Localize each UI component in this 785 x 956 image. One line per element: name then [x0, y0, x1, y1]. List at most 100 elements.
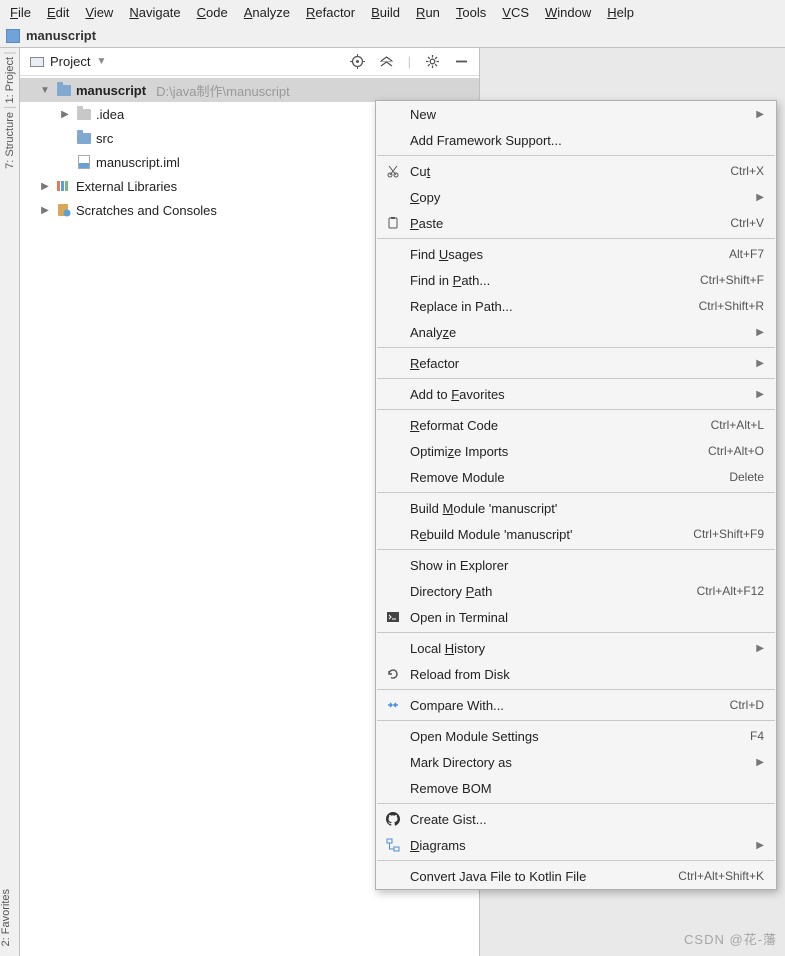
context-menu-separator [377, 720, 775, 721]
ctx-item-label: Compare With... [410, 698, 722, 713]
ctx-item-label: Create Gist... [410, 812, 764, 827]
ctx-analyze[interactable]: Analyze ▶ [376, 319, 776, 345]
cut-icon [384, 163, 402, 179]
submenu-arrow-icon: ▶ [756, 757, 764, 768]
ctx-rebuild-module-manuscript-[interactable]: Rebuild Module 'manuscript' Ctrl+Shift+F9 [376, 521, 776, 547]
gear-icon[interactable] [425, 54, 440, 69]
ctx-create-gist-[interactable]: Create Gist... [376, 806, 776, 832]
ctx-item-shortcut: Ctrl+Shift+F9 [693, 527, 764, 541]
ctx-item-label: New [410, 107, 744, 122]
menu-run[interactable]: Run [416, 5, 440, 20]
submenu-arrow-icon: ▶ [756, 327, 764, 338]
ctx-item-label: Add to Favorites [410, 387, 744, 402]
menu-refactor[interactable]: Refactor [306, 5, 355, 20]
tree-item-label: External Libraries [76, 179, 177, 194]
breadcrumb-bar: manuscript [0, 24, 785, 48]
module-icon [56, 83, 72, 97]
chevron-down-icon[interactable]: ▼ [96, 56, 106, 67]
collapse-all-icon[interactable] [379, 54, 394, 69]
ctx-copy[interactable]: Copy▶ [376, 184, 776, 210]
ctx-item-label: Analyze [410, 325, 744, 340]
expand-arrow-icon[interactable]: ▶ [38, 205, 52, 216]
ctx-paste[interactable]: PasteCtrl+V [376, 210, 776, 236]
menu-window[interactable]: Window [545, 5, 591, 20]
blank-icon [384, 298, 402, 314]
ctx-local-history[interactable]: Local History▶ [376, 635, 776, 661]
menu-bar: File Edit View Navigate Code Analyze Refactor B… [0, 0, 785, 24]
ctx-open-module-settings[interactable]: Open Module SettingsF4 [376, 723, 776, 749]
blank-icon [384, 246, 402, 262]
context-menu-separator [377, 860, 775, 861]
ctx-replace-in-path-[interactable]: Replace in Path...Ctrl+Shift+R [376, 293, 776, 319]
expand-arrow-icon[interactable]: ▼ [38, 85, 52, 96]
tree-row-manuscript[interactable]: ▼manuscriptD:\java制作\manuscript [20, 78, 479, 102]
ctx-add-framework-support-[interactable]: Add Framework Support... [376, 127, 776, 153]
ctx-add-to-favorites[interactable]: Add to Favorites▶ [376, 381, 776, 407]
sidebar-title[interactable]: Project [50, 54, 90, 69]
ctx-convert-java-file-to-kotlin-file[interactable]: Convert Java File to Kotlin File Ctrl+Alt… [376, 863, 776, 889]
ctx-optimize-imports[interactable]: Optimize ImportsCtrl+Alt+O [376, 438, 776, 464]
ctx-item-shortcut: Ctrl+V [730, 216, 764, 230]
gutter-tab-structure[interactable]: 7: Structure [4, 107, 16, 173]
ctx-item-shortcut: Ctrl+Alt+L [711, 418, 764, 432]
ctx-item-label: Rebuild Module 'manuscript' [410, 527, 685, 542]
breadcrumb-project[interactable]: manuscript [26, 28, 96, 43]
blank-icon [384, 754, 402, 770]
ctx-reload-from-disk[interactable]: Reload from Disk [376, 661, 776, 687]
menu-code[interactable]: Code [197, 5, 228, 20]
ctx-cut[interactable]: CutCtrl+X [376, 158, 776, 184]
locate-icon[interactable] [350, 54, 365, 69]
hide-icon[interactable] [454, 54, 469, 69]
ctx-remove-bom[interactable]: Remove BOM [376, 775, 776, 801]
ctx-item-shortcut: F4 [750, 729, 764, 743]
terminal-icon [384, 609, 402, 625]
gutter-tab-favorites[interactable]: 2: Favorites [0, 885, 20, 950]
ctx-show-in-explorer[interactable]: Show in Explorer [376, 552, 776, 578]
menu-build[interactable]: Build [371, 5, 400, 20]
context-menu-separator [377, 632, 775, 633]
ctx-find-usages[interactable]: Find UsagesAlt+F7 [376, 241, 776, 267]
ctx-new[interactable]: New▶ [376, 101, 776, 127]
tree-item-label: Scratches and Consoles [76, 203, 217, 218]
ctx-item-label: Find in Path... [410, 273, 692, 288]
context-menu-separator [377, 347, 775, 348]
ctx-compare-with-[interactable]: Compare With...Ctrl+D [376, 692, 776, 718]
ctx-open-in-terminal[interactable]: Open in Terminal [376, 604, 776, 630]
blank-icon [384, 868, 402, 884]
ctx-item-label: Open in Terminal [410, 610, 764, 625]
blank-icon [384, 417, 402, 433]
menu-file[interactable]: File [10, 5, 31, 20]
menu-help[interactable]: Help [607, 5, 634, 20]
ctx-item-label: Convert Java File to Kotlin File [410, 869, 670, 884]
blank-icon [384, 583, 402, 599]
github-icon [384, 811, 402, 827]
ctx-item-label: Reload from Disk [410, 667, 764, 682]
blank-icon [384, 324, 402, 340]
expand-arrow-icon[interactable]: ▶ [38, 181, 52, 192]
blank-icon [384, 355, 402, 371]
paste-icon [384, 215, 402, 231]
ctx-diagrams[interactable]: Diagrams▶ [376, 832, 776, 858]
blank-icon [384, 106, 402, 122]
menu-vcs[interactable]: VCS [502, 5, 529, 20]
blank-icon [384, 443, 402, 459]
diagram-icon [384, 837, 402, 853]
context-menu: New▶Add Framework Support...CutCtrl+XCop… [375, 100, 777, 890]
ctx-directory-path[interactable]: Directory PathCtrl+Alt+F12 [376, 578, 776, 604]
ctx-build-module-manuscript-[interactable]: Build Module 'manuscript' [376, 495, 776, 521]
ctx-reformat-code[interactable]: Reformat CodeCtrl+Alt+L [376, 412, 776, 438]
expand-arrow-icon[interactable]: ▶ [58, 109, 72, 120]
menu-analyze[interactable]: Analyze [244, 5, 290, 20]
menu-view[interactable]: View [85, 5, 113, 20]
ctx-mark-directory-as[interactable]: Mark Directory as ▶ [376, 749, 776, 775]
menu-tools[interactable]: Tools [456, 5, 486, 20]
ctx-find-in-path-[interactable]: Find in Path...Ctrl+Shift+F [376, 267, 776, 293]
ctx-remove-module[interactable]: Remove ModuleDelete [376, 464, 776, 490]
ctx-refactor[interactable]: Refactor▶ [376, 350, 776, 376]
sidebar-header: Project ▼ | [20, 48, 479, 76]
gutter-tab-project[interactable]: 1: Project [4, 52, 16, 107]
ctx-item-shortcut: Ctrl+Alt+Shift+K [678, 869, 764, 883]
menu-edit[interactable]: Edit [47, 5, 69, 20]
ctx-item-label: Mark Directory as [410, 755, 744, 770]
menu-navigate[interactable]: Navigate [129, 5, 180, 20]
